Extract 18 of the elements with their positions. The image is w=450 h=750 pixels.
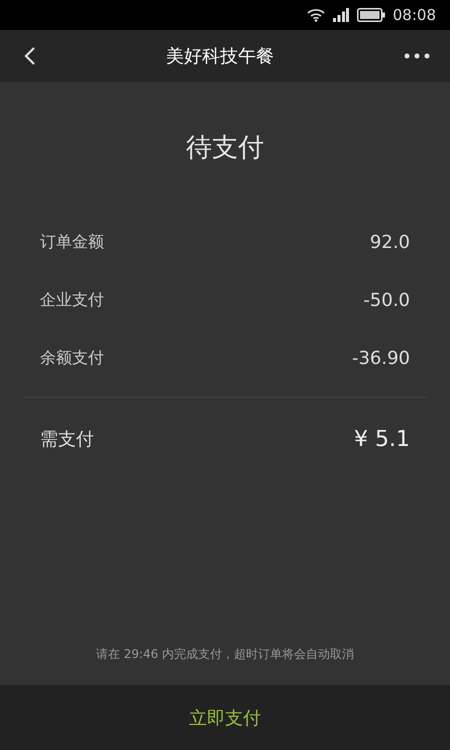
- payment-status: 待支付: [186, 132, 264, 165]
- battery-icon: [356, 8, 385, 22]
- amount-value: 92.0: [370, 232, 410, 252]
- amount-label: 订单金额: [40, 232, 104, 252]
- pay-now-button[interactable]: 立即支付: [0, 685, 450, 750]
- more-icon[interactable]: [404, 53, 430, 59]
- amount-value: -50.0: [363, 290, 410, 310]
- amount-label: 企业支付: [40, 290, 104, 310]
- amount-label: 余额支付: [40, 348, 104, 368]
- back-icon[interactable]: [24, 46, 36, 66]
- wifi-icon: [306, 8, 325, 22]
- page-title: 美好科技午餐: [166, 45, 274, 68]
- status-time: 08:08: [392, 6, 436, 24]
- total-value: ¥ 5.1: [354, 426, 410, 452]
- timeout-notice: 请在 29:46 内完成支付，超时订单将会自动取消: [96, 646, 354, 663]
- total-label: 需支付: [40, 428, 94, 451]
- signal-icon: [332, 8, 349, 22]
- amount-value: -36.90: [352, 348, 410, 368]
